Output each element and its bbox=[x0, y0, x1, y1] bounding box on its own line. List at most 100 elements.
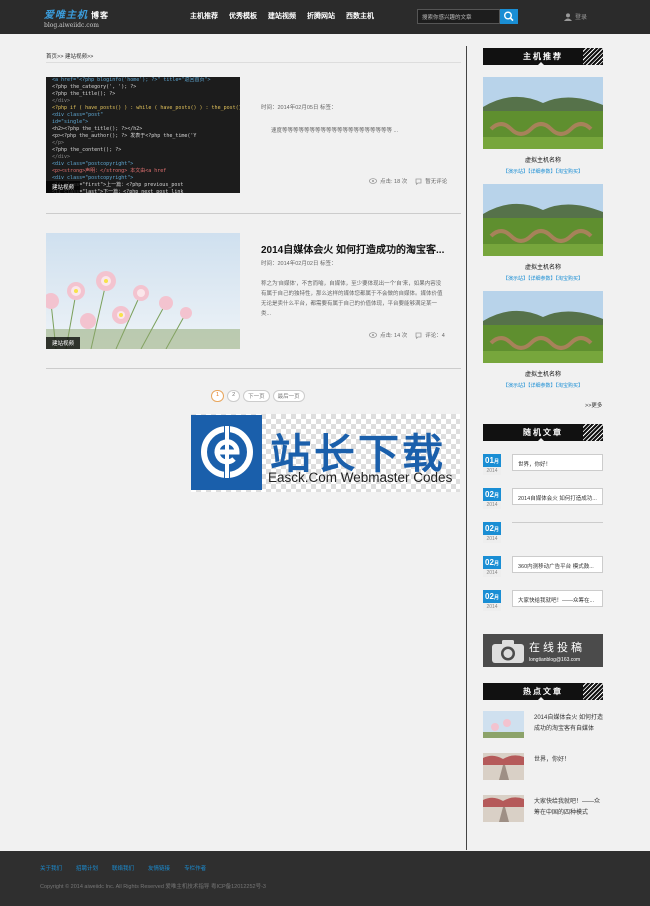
footer-link-contact[interactable]: 联络我们 bbox=[112, 864, 134, 872]
search-input[interactable]: 搜索你感兴趣的文章 bbox=[417, 9, 500, 24]
host-links[interactable]: 【演示站】【详细参数】【淘宝购买】 bbox=[483, 382, 603, 389]
hot-thumbnail[interactable] bbox=[483, 711, 524, 738]
svg-text:<a href="<?php bloginfo('home': <a href="<?php bloginfo('home'); ?>" tit… bbox=[52, 77, 210, 83]
host-image[interactable] bbox=[483, 184, 603, 256]
view-count: 点击: 18 次 bbox=[380, 179, 408, 185]
column-divider bbox=[466, 46, 467, 850]
divider bbox=[46, 62, 461, 63]
footer-link-friends[interactable]: 友情链接 bbox=[148, 864, 170, 872]
hot-thumbnail[interactable] bbox=[483, 795, 524, 822]
footer-link-jobs[interactable]: 招聘计划 bbox=[76, 864, 98, 872]
host-name[interactable]: 虚拟主机名称 bbox=[483, 262, 603, 271]
divider bbox=[46, 213, 461, 214]
category-tag[interactable]: 建站视频 bbox=[46, 181, 81, 193]
logo-title: 爱唯主机 博客 bbox=[44, 10, 109, 21]
post-meta: 时间：2014年02月02日 标签： bbox=[261, 261, 337, 267]
post-excerpt: 称之为'自媒体'，不言而喻，自媒体，至少要体现出一个'自'来，如果内容没有属于自… bbox=[261, 281, 443, 317]
category-tag[interactable]: 建站视频 bbox=[46, 337, 81, 349]
login-link[interactable]: 登录 bbox=[564, 12, 587, 21]
login-label: 登录 bbox=[575, 15, 588, 21]
more-link[interactable]: >>更多 bbox=[585, 401, 602, 409]
comment-count[interactable]: 评论：4 bbox=[425, 331, 445, 339]
svg-text:<div class="postcopyright">: <div class="postcopyright"> bbox=[52, 161, 133, 167]
nav-item-hosts[interactable]: 主机推荐 bbox=[190, 11, 218, 21]
random-title[interactable]: 360内测移动广告平台 模式鼓... bbox=[512, 556, 603, 573]
post-title[interactable]: 2014自媒体会火 如何打造成功的淘宝客... bbox=[261, 241, 444, 256]
host-card: 虚拟主机名称 【演示站】【详细参数】【淘宝购买】 bbox=[483, 291, 603, 389]
nav-item-tinkering[interactable]: 折腾网站 bbox=[307, 11, 335, 21]
hot-title[interactable]: 2014自媒体会火 如何打造成功的淘宝客有自媒体 bbox=[534, 713, 604, 735]
watermark-text-en: Easck.Com Webmaster Codes bbox=[268, 470, 453, 485]
svg-text:<?php the_title(); ?>: <?php the_title(); ?> bbox=[52, 91, 115, 97]
view-count: 点击: 14 次 bbox=[380, 333, 408, 339]
footer-link-about[interactable]: 关于我们 bbox=[40, 864, 62, 872]
submit-article-banner[interactable]: 在线投稿 longtianblog@163.com bbox=[483, 634, 603, 667]
comment-count[interactable]: 暂无评论 bbox=[425, 177, 447, 185]
svg-text:</div>: </div> bbox=[52, 154, 70, 160]
host-links[interactable]: 【演示站】【详细参数】【淘宝购买】 bbox=[483, 275, 603, 282]
divider bbox=[46, 368, 461, 369]
breadcrumb[interactable]: 首页>> 建站视频>> bbox=[46, 52, 93, 60]
date-badge: 02月 2014 bbox=[483, 556, 501, 577]
nav-item-videos[interactable]: 建站视频 bbox=[268, 11, 296, 21]
user-icon bbox=[564, 12, 572, 21]
date-badge: 02月 2014 bbox=[483, 522, 501, 543]
page-1-button[interactable]: 1 bbox=[211, 390, 225, 402]
hot-title[interactable]: 大家快给我就吧！——众筹在中国的四种模式 bbox=[534, 797, 604, 819]
svg-text:<div class="post": <div class="post" bbox=[52, 112, 103, 118]
site-logo[interactable]: 爱唯主机 博客 blog.aiweiidc.com bbox=[44, 6, 109, 29]
copyright: Copyright © 2014 aiweiidc Inc. All Right… bbox=[40, 884, 266, 890]
logo-subtitle: blog.aiweiidc.com bbox=[44, 22, 99, 29]
post-excerpt: 速度等等等等等等等等等等等等等等等等等等等等 ... bbox=[271, 128, 399, 134]
host-name[interactable]: 虚拟主机名称 bbox=[483, 155, 603, 164]
footer-link-authors[interactable]: 专栏作者 bbox=[184, 864, 206, 872]
random-title[interactable]: 世界，你好！ bbox=[512, 454, 603, 471]
svg-text:id="single">: id="single"> bbox=[52, 119, 88, 125]
last-page-button[interactable]: 最后一页 bbox=[272, 390, 305, 402]
comment-icon bbox=[415, 332, 422, 339]
random-title[interactable] bbox=[512, 522, 603, 524]
post-meta: 时间：2014年02月05日 标签： bbox=[261, 105, 337, 111]
host-links[interactable]: 【演示站】【详细参数】【淘宝购买】 bbox=[483, 168, 603, 175]
nav-item-wd-hosts[interactable]: 西数主机 bbox=[346, 11, 374, 21]
random-title[interactable]: 2014自媒体会火 如何打造成功... bbox=[512, 488, 603, 505]
main-nav: 主机推荐 优秀模板 建站视频 折腾网站 西数主机 bbox=[190, 11, 385, 21]
hot-thumbnail[interactable] bbox=[483, 753, 524, 780]
svg-text:<?php the_category(', '); ?>: <?php the_category(', '); ?> bbox=[52, 84, 136, 90]
comment-icon bbox=[415, 178, 422, 185]
flowers-image bbox=[46, 233, 240, 349]
post-thumbnail[interactable]: <a href="<?php bloginfo('home'); ?>" tit… bbox=[46, 77, 240, 193]
date-badge: 02月 2014 bbox=[483, 590, 501, 611]
eye-icon bbox=[369, 332, 377, 338]
page-2-button[interactable]: 2 bbox=[227, 390, 241, 402]
random-title[interactable]: 大家快给我就吧！——众筹在... bbox=[512, 590, 603, 607]
eye-icon bbox=[369, 178, 377, 184]
svg-text:</p>: </p> bbox=[52, 140, 64, 146]
host-image[interactable] bbox=[483, 77, 603, 149]
host-image[interactable] bbox=[483, 291, 603, 363]
host-heading: 主机推荐 bbox=[483, 48, 603, 65]
hot-title[interactable]: 世界，你好！ bbox=[534, 755, 604, 766]
nav-item-templates[interactable]: 优秀模板 bbox=[229, 11, 257, 21]
hot-heading: 热点文章 bbox=[483, 683, 603, 700]
watermark-banner: 站长下载 Easck.Com Webmaster Codes bbox=[191, 414, 460, 492]
footer-links: 关于我们 招聘计划 联络我们 友情链接 专栏作者 bbox=[40, 864, 220, 872]
search-button[interactable] bbox=[500, 9, 518, 24]
footer: 关于我们 招聘计划 联络我们 友情链接 专栏作者 Copyright © 201… bbox=[0, 851, 650, 906]
submit-title: 在线投稿 bbox=[529, 642, 585, 654]
svg-text:<p><?php the_author(); ?> 发表于<: <p><?php the_author(); ?> 发表于<?php the_t… bbox=[52, 132, 196, 139]
host-card: 虚拟主机名称 【演示站】【详细参数】【淘宝购买】 bbox=[483, 77, 603, 175]
host-card: 虚拟主机名称 【演示站】【详细参数】【淘宝购买】 bbox=[483, 184, 603, 282]
post-thumbnail[interactable]: 建站视频 bbox=[46, 233, 240, 349]
svg-text:<p><strong>声明：</strong> 本文由<a: <p><strong>声明：</strong> 本文由<a href bbox=[52, 167, 166, 174]
pagination: 1 2 下一页 最后一页 bbox=[211, 390, 308, 402]
svg-text:<?php the_content(); ?>: <?php the_content(); ?> bbox=[52, 147, 121, 153]
date-badge: 01月 2014 bbox=[483, 454, 501, 475]
host-name[interactable]: 虚拟主机名称 bbox=[483, 369, 603, 378]
svg-text:<?php if ( have_posts() ) : wh: <?php if ( have_posts() ) : while ( have… bbox=[52, 105, 240, 111]
date-badge: 02月 2014 bbox=[483, 488, 501, 509]
camera-icon bbox=[492, 640, 524, 663]
next-page-button[interactable]: 下一页 bbox=[243, 390, 270, 402]
svg-text:<h2><?php the_title(); ?></h2>: <h2><?php the_title(); ?></h2> bbox=[52, 126, 142, 132]
random-heading: 随机文章 bbox=[483, 424, 603, 441]
